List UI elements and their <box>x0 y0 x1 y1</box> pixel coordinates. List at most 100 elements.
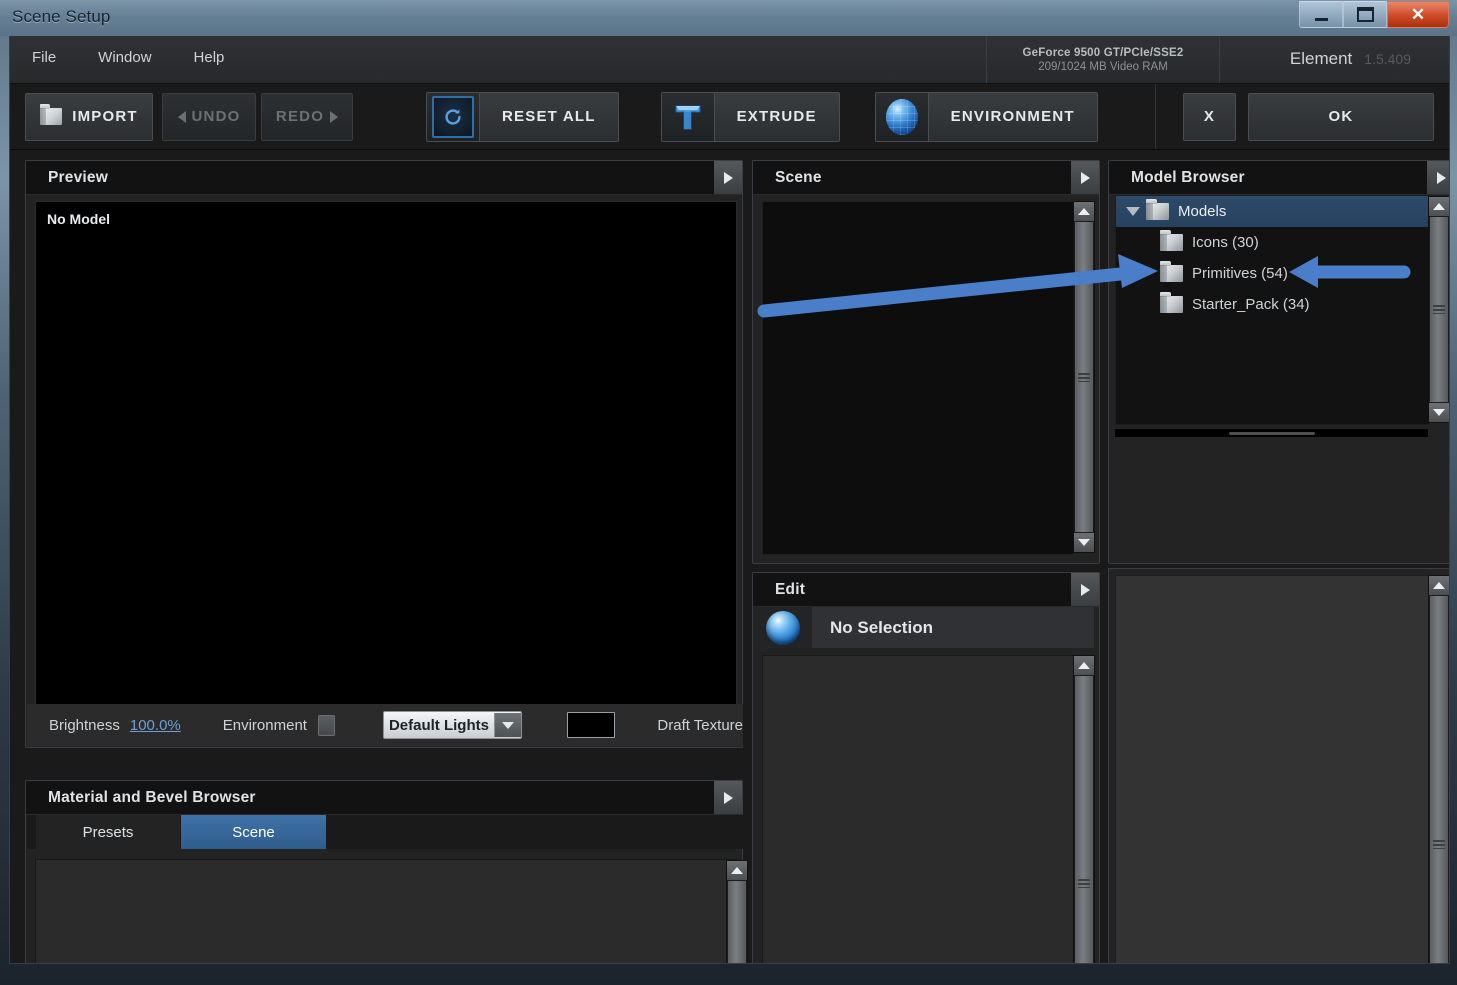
edit-selection-row: No Selection <box>754 607 1094 648</box>
ok-button[interactable]: OK <box>1248 92 1434 141</box>
scene-panel: Scene <box>752 160 1100 564</box>
folder-icon <box>1160 261 1183 282</box>
ok-button-label: OK <box>1328 108 1354 125</box>
material-browser-expand-button[interactable] <box>714 781 742 814</box>
scroll-up-button[interactable] <box>1074 656 1094 675</box>
chevron-right-icon <box>1080 583 1090 596</box>
material-browser-scrollbar[interactable] <box>726 860 748 963</box>
scene-scrollbar[interactable] <box>1073 201 1095 553</box>
tab-scene[interactable]: Scene <box>181 815 326 849</box>
edit-panel: Edit No Selection <box>752 572 1100 963</box>
scroll-up-button[interactable] <box>727 861 747 880</box>
scroll-thumb[interactable] <box>1075 222 1093 532</box>
toolbar: IMPORT UNDO REDO RESET ALL EXTRUDE ENVIR… <box>10 84 1449 150</box>
import-button[interactable]: IMPORT <box>25 92 153 141</box>
cancel-button[interactable]: X <box>1183 92 1236 141</box>
model-browser-title: Model Browser <box>1131 168 1245 186</box>
model-browser-tree[interactable]: Models Icons (30) Primitives (54) Starte… <box>1115 195 1430 425</box>
extrude-button[interactable]: EXTRUDE <box>660 91 840 142</box>
edit-panel-header: Edit <box>753 573 1099 607</box>
scroll-down-button[interactable] <box>1074 533 1094 552</box>
material-browser-title: Material and Bevel Browser <box>48 788 256 806</box>
scroll-thumb[interactable] <box>728 881 746 963</box>
scene-panel-expand-button[interactable] <box>1071 161 1099 194</box>
model-preview-area[interactable] <box>1115 575 1430 963</box>
tree-item-models[interactable]: Models <box>1116 196 1429 227</box>
brand-name: Element <box>1289 49 1353 68</box>
model-browser-expand-button[interactable] <box>1427 161 1449 194</box>
model-browser-panel: Model Browser Models Icons (30) Primitiv… <box>1108 160 1449 564</box>
chevron-down-icon[interactable] <box>1120 207 1146 216</box>
preview-viewport[interactable]: No Model <box>35 201 737 706</box>
preview-status-text: No Model <box>47 211 110 227</box>
material-browser-header: Material and Bevel Browser <box>26 781 742 815</box>
cancel-button-label: X <box>1203 108 1216 125</box>
redo-button[interactable]: REDO <box>261 92 353 141</box>
material-browser-content[interactable] <box>35 859 737 963</box>
panel-splitter-grip[interactable] <box>1229 432 1315 435</box>
scene-panel-header: Scene <box>753 161 1099 195</box>
lights-select-value: Default Lights <box>388 716 489 734</box>
edit-scrollbar[interactable] <box>1073 655 1095 963</box>
globe-icon <box>885 98 918 135</box>
background-color-swatch[interactable] <box>566 712 616 738</box>
lights-select[interactable]: Default Lights <box>383 711 522 739</box>
application-window: Scene Setup ✕ File Window Help GeForce 9… <box>0 0 1457 975</box>
tab-presets[interactable]: Presets <box>36 815 181 849</box>
app-body: File Window Help GeForce 9500 GT/PCIe/SS… <box>9 36 1450 964</box>
extrude-label: EXTRUDE <box>736 108 817 125</box>
maximize-icon <box>1356 7 1374 22</box>
scroll-thumb[interactable] <box>1430 217 1448 402</box>
draft-texture-label[interactable]: Draft Texture <box>657 717 743 734</box>
reset-all-label: RESET ALL <box>502 108 596 125</box>
tree-item-label: Primitives (54) <box>1192 265 1288 282</box>
minimize-button[interactable] <box>1299 1 1343 28</box>
gpu-info: GeForce 9500 GT/PCIe/SSE2 209/1024 MB Vi… <box>986 36 1220 83</box>
tree-item-primitives[interactable]: Primitives (54) <box>1116 258 1429 289</box>
brightness-value[interactable]: 100.0% <box>130 717 181 734</box>
environment-label: Environment <box>222 716 307 734</box>
close-button[interactable]: ✕ <box>1387 1 1449 28</box>
refresh-icon <box>432 95 474 138</box>
tree-item-icons[interactable]: Icons (30) <box>1116 227 1429 258</box>
undo-button-label: UNDO <box>191 108 241 125</box>
edit-panel-expand-button[interactable] <box>1071 573 1099 606</box>
preview-panel: Preview No Model Brightness 100.0% Envir… <box>25 160 743 748</box>
reset-all-button[interactable]: RESET ALL <box>426 91 619 142</box>
model-preview-panel <box>1108 568 1449 963</box>
redo-button-label: REDO <box>275 108 325 125</box>
scroll-thumb[interactable] <box>1430 596 1448 963</box>
model-preview-scrollbar[interactable] <box>1428 575 1449 963</box>
scroll-up-button[interactable] <box>1429 197 1449 216</box>
scroll-up-button[interactable] <box>1074 202 1094 221</box>
preview-panel-expand-button[interactable] <box>714 161 742 194</box>
scroll-down-button[interactable] <box>1429 403 1449 422</box>
panels-area: Preview No Model Brightness 100.0% Envir… <box>10 150 1449 963</box>
maximize-button[interactable] <box>1343 1 1387 28</box>
preview-controls-bar: Brightness 100.0% Environment Default Li… <box>27 704 743 746</box>
chevron-right-icon <box>723 791 733 804</box>
environment-button[interactable]: ENVIRONMENT <box>874 91 1098 142</box>
extrude-icon-slot <box>661 92 715 141</box>
toolbar-right-group: X OK <box>1155 84 1449 149</box>
import-button-label: IMPORT <box>72 108 138 125</box>
model-browser-scrollbar[interactable] <box>1428 196 1449 423</box>
scene-panel-title: Scene <box>775 168 822 186</box>
menu-item-file[interactable]: File <box>32 49 56 66</box>
scroll-thumb[interactable] <box>1075 676 1093 963</box>
model-browser-header: Model Browser <box>1109 161 1449 195</box>
edit-properties-area[interactable] <box>762 655 1074 963</box>
scroll-up-button[interactable] <box>1429 576 1449 595</box>
tree-item-starter-pack[interactable]: Starter_Pack (34) <box>1116 289 1429 320</box>
menu-items: File Window Help <box>32 49 224 66</box>
menu-item-window[interactable]: Window <box>98 49 151 66</box>
chevron-right-icon <box>1436 171 1446 184</box>
environment-label: ENVIRONMENT <box>950 108 1075 125</box>
minimize-icon <box>1314 17 1328 21</box>
edit-selection-label: No Selection <box>830 617 933 637</box>
environment-checkbox[interactable] <box>317 714 336 736</box>
scene-list[interactable] <box>762 201 1074 555</box>
undo-button[interactable]: UNDO <box>162 92 256 141</box>
tree-item-label: Icons (30) <box>1192 234 1259 251</box>
menu-item-help[interactable]: Help <box>194 49 225 66</box>
